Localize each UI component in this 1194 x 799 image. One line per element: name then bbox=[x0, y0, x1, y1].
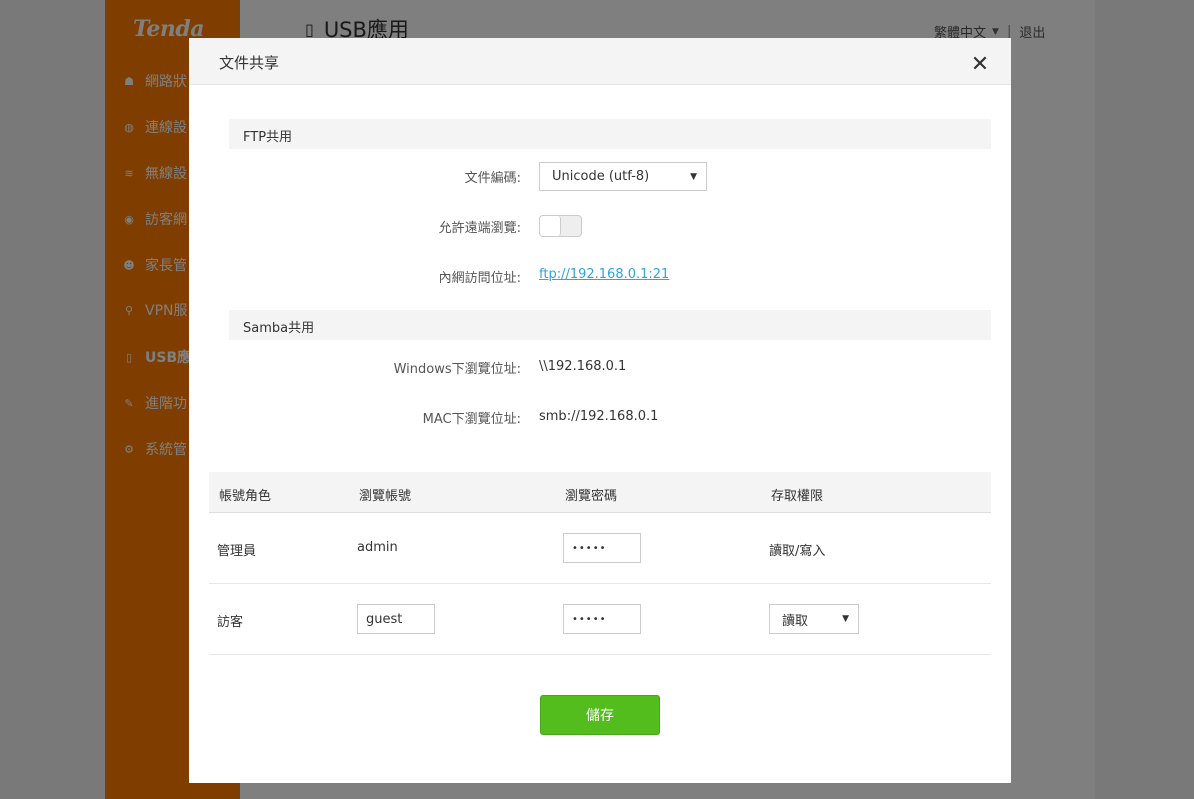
chevron-down-icon: ▼ bbox=[690, 171, 697, 182]
ftp-section-title: FTP共用 bbox=[243, 130, 293, 145]
column-header-password: 瀏覽密碼 bbox=[565, 489, 618, 504]
password-mask: ••••• bbox=[572, 613, 607, 625]
admin-password-input[interactable]: ••••• bbox=[563, 533, 641, 563]
guest-account-value: guest bbox=[366, 611, 403, 627]
guest-permission-select[interactable]: 讀取 ▼ bbox=[769, 604, 859, 634]
guest-password-input[interactable]: ••••• bbox=[563, 604, 641, 634]
mac-address-label: MAC下瀏覽位址: bbox=[422, 412, 521, 427]
password-mask: ••••• bbox=[572, 542, 607, 554]
table-row-guest: 訪客 guest ••••• 讀取 ▼ bbox=[209, 584, 991, 655]
save-button[interactable]: 儲存 bbox=[540, 695, 660, 735]
accounts-table: 帳號角色 瀏覽帳號 瀏覽密碼 存取權限 管理員 admin ••••• 讀取/寫… bbox=[209, 472, 991, 655]
encoding-label: 文件編碼: bbox=[464, 171, 521, 186]
table-header: 帳號角色 瀏覽帳號 瀏覽密碼 存取權限 bbox=[209, 472, 991, 513]
windows-address-value: \\192.168.0.1 bbox=[539, 359, 627, 374]
role-cell: 管理員 bbox=[217, 544, 257, 559]
role-cell: 訪客 bbox=[217, 615, 244, 630]
close-icon[interactable]: ✕ bbox=[968, 52, 992, 77]
guest-account-input[interactable]: guest bbox=[357, 604, 435, 634]
permission-cell: 讀取/寫入 bbox=[769, 544, 826, 559]
samba-section-header: Samba共用 bbox=[229, 310, 991, 340]
file-sharing-dialog: 文件共享 ✕ FTP共用 文件編碼: Unicode (utf-8) ▼ 允許遠… bbox=[189, 38, 1011, 783]
column-header-permission: 存取權限 bbox=[771, 489, 824, 504]
toggle-knob bbox=[540, 216, 561, 236]
account-cell: admin bbox=[357, 540, 398, 555]
encoding-select[interactable]: Unicode (utf-8) ▼ bbox=[539, 162, 707, 191]
column-header-role: 帳號角色 bbox=[219, 489, 272, 504]
encoding-select-value: Unicode (utf-8) bbox=[552, 169, 650, 184]
ftp-section-header: FTP共用 bbox=[229, 119, 991, 149]
samba-section-title: Samba共用 bbox=[243, 321, 315, 336]
mac-address-value: smb://192.168.0.1 bbox=[539, 409, 659, 424]
guest-permission-value: 讀取 bbox=[782, 613, 809, 629]
chevron-down-icon: ▼ bbox=[842, 614, 849, 624]
dialog-title: 文件共享 bbox=[219, 54, 280, 72]
remote-browse-toggle[interactable] bbox=[539, 215, 582, 237]
lan-address-label: 內網訪問位址: bbox=[438, 271, 521, 286]
windows-address-label: Windows下瀏覽位址: bbox=[393, 362, 521, 377]
remote-browse-label: 允許遠端瀏覽: bbox=[438, 221, 521, 236]
column-header-account: 瀏覽帳號 bbox=[359, 489, 412, 504]
dialog-header: 文件共享 ✕ bbox=[189, 38, 1011, 85]
ftp-address-link[interactable]: ftp://192.168.0.1:21 bbox=[539, 267, 669, 282]
table-row-admin: 管理員 admin ••••• 讀取/寫入 bbox=[209, 513, 991, 584]
